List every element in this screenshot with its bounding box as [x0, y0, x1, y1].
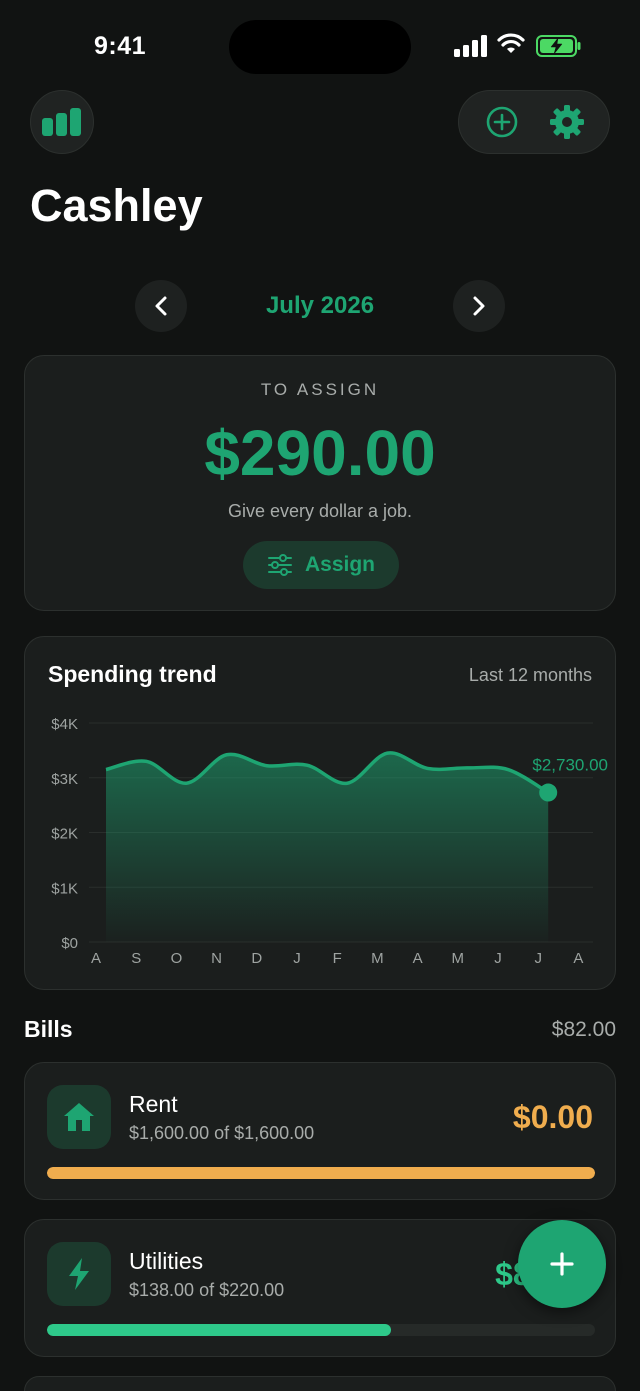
bolt-icon [69, 1258, 89, 1290]
sliders-icon [267, 554, 292, 576]
chart-y-tick-label: $2K [51, 826, 78, 843]
bill-progress-text: $138.00 of $220.00 [129, 1280, 285, 1300]
chart-x-tick-label: S [131, 950, 141, 967]
chart-x-tick-label: A [91, 950, 101, 967]
add-transaction-fab[interactable] [518, 1220, 606, 1308]
spending-trend-card: Spending trend Last 12 months $0 $1K $2K $3… [24, 636, 616, 990]
spending-trend-chart: $0 $1K $2K $3K $4K A S O N D J F M A M J J A $2,730.00 [51, 716, 608, 967]
status-time: 9:41 [94, 32, 147, 60]
chart-x-tick-label: O [171, 950, 183, 967]
chart-x-tick-label: J [494, 950, 502, 967]
chart-y-tick-label: $1K [51, 880, 78, 897]
bill-progress-fill [47, 1324, 391, 1336]
bills-total: $82.00 [551, 1018, 616, 1041]
dynamic-island [229, 20, 411, 74]
chart-x-tick-label: M [371, 950, 384, 967]
stats-button[interactable] [30, 90, 94, 154]
bill-icon-box [47, 1242, 111, 1306]
battery-charging-icon [536, 35, 581, 57]
assign-button-label: Assign [304, 553, 375, 576]
bill-progress-fill [47, 1167, 595, 1179]
bill-amount: $0.00 [512, 1099, 593, 1135]
chart-last-point [539, 783, 558, 802]
chart-y-tick-label: $0 [61, 935, 78, 952]
to-assign-amount: $290.00 [204, 417, 436, 489]
chart-area-fill [106, 752, 549, 942]
next-month-button[interactable] [453, 280, 505, 332]
plus-icon [550, 1252, 574, 1276]
chart-y-tick-label: $4K [51, 716, 78, 733]
chart-x-tick-label: J [293, 950, 301, 967]
to-assign-card: TO ASSIGN $290.00 Give every dollar a jo… [24, 355, 616, 611]
wifi-icon [497, 33, 525, 53]
status-bar: 9:41 [0, 0, 640, 90]
chart-x-tick-label: A [573, 950, 583, 967]
month-navigator: July 2026 [0, 280, 640, 334]
chart-x-tick-label: D [251, 950, 262, 967]
app-title: Cashley [30, 180, 203, 231]
bills-title: Bills [24, 1016, 73, 1042]
bill-progress-bar [47, 1324, 595, 1336]
add-button[interactable] [477, 97, 527, 147]
chart-x-tick-label: M [452, 950, 465, 967]
month-label: July 2026 [265, 292, 375, 319]
chart-x-tick-label: F [333, 950, 342, 967]
chart-y-tick-label: $3K [51, 771, 78, 788]
bills-header: Bills $82.00 [24, 1016, 616, 1044]
bill-progress-bar [47, 1167, 595, 1179]
chart-x-tick-label: N [211, 950, 222, 967]
chevron-right-icon [473, 296, 485, 316]
bill-name: Rent [129, 1091, 178, 1117]
bar-chart-icon [42, 108, 81, 136]
settings-button[interactable] [542, 97, 592, 147]
chart-last-value-label: $2,730.00 [532, 756, 608, 775]
bill-name: Utilities [129, 1248, 204, 1274]
chart-x-tick-label: A [413, 950, 423, 967]
gear-icon [549, 105, 584, 139]
assign-button[interactable]: Assign [243, 541, 399, 589]
to-assign-subtitle: Give every dollar a job. [227, 501, 413, 521]
bill-card-partial[interactable] [24, 1376, 616, 1391]
bill-progress-text: $1,600.00 of $1,600.00 [129, 1123, 315, 1143]
cellular-signal-icon [454, 35, 487, 57]
to-assign-label: TO ASSIGN [260, 380, 380, 399]
chart-x-tick-label: J [534, 950, 542, 967]
bill-icon-box [47, 1085, 111, 1149]
bill-card-rent[interactable]: Rent $1,600.00 of $1,600.00 $0.00 [24, 1062, 616, 1200]
header-actions [458, 90, 610, 154]
plus-circle-icon [486, 106, 517, 138]
house-icon [64, 1103, 94, 1131]
